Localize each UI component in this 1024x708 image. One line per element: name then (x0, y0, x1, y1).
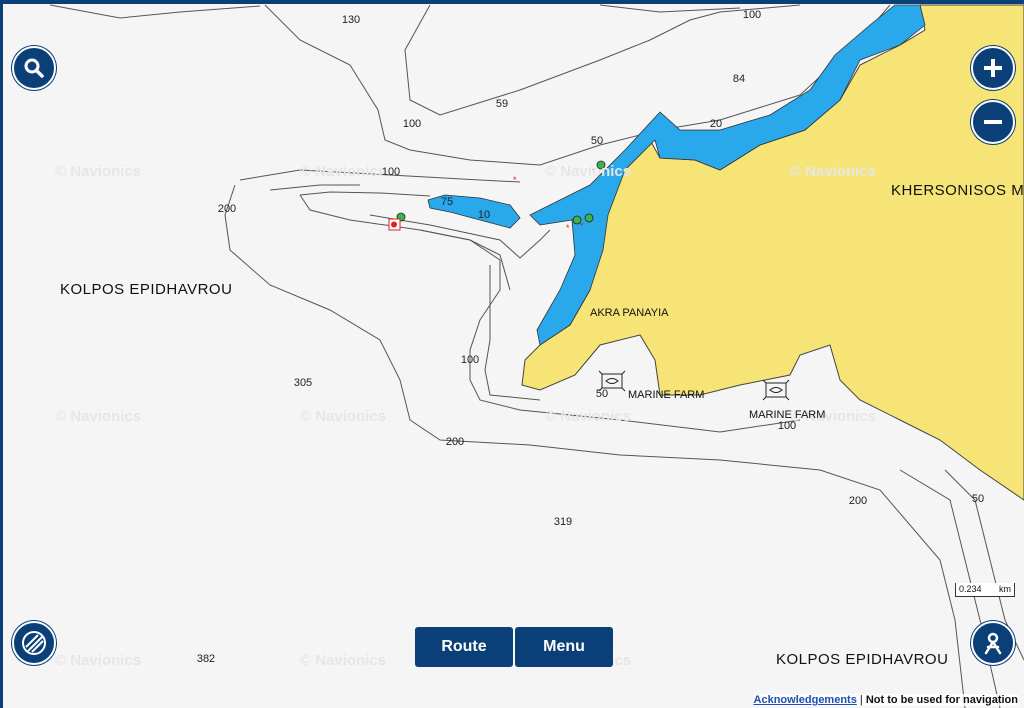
depth-sounding: 50 (595, 388, 609, 400)
acknowledgements-link[interactable]: Acknowledgements (754, 694, 857, 706)
top-border (0, 0, 1024, 4)
zoom-in-button[interactable] (971, 46, 1015, 90)
scale-unit: km (999, 584, 1011, 594)
location-icon (984, 632, 1002, 655)
footer-separator: | (856, 694, 866, 706)
depth-sounding: 382 (196, 653, 216, 665)
depth-sounding: 130 (341, 14, 361, 26)
watermark: © Navionics (55, 163, 142, 180)
hazard-marker: * (513, 175, 517, 185)
depth-sounding: 59 (495, 98, 509, 110)
scale-value: 0.234 (959, 584, 982, 594)
watermark: © Navionics (300, 163, 387, 180)
left-border (0, 0, 3, 708)
menu-button[interactable]: Menu (515, 627, 613, 667)
depth-sounding: 100 (402, 118, 422, 130)
depth-sounding: 100 (777, 420, 797, 432)
footer: Acknowledgements | Not to be used for na… (753, 694, 1018, 706)
depth-sounding: 200 (848, 495, 868, 507)
place-label[interactable]: KOLPOS EPIDHAVROU (776, 651, 948, 668)
depth-sounding: 100 (460, 354, 480, 366)
depth-sounding: 319 (553, 516, 573, 528)
route-button[interactable]: Route (415, 627, 513, 667)
nautical-chart[interactable]: * * * * (0, 0, 1024, 708)
zoom-out-icon (984, 120, 1002, 124)
layers-icon (22, 631, 46, 655)
navigation-notice: Not to be used for navigation (865, 694, 1018, 706)
watermark: © Navionics (545, 408, 632, 425)
search-icon (24, 58, 44, 78)
depth-sounding: 100 (381, 166, 401, 178)
place-label[interactable]: KOLPOS EPIDHAVROU (60, 281, 232, 298)
watermark: © Navionics (300, 652, 387, 669)
layers-button[interactable] (12, 621, 56, 665)
watermark: © Navionics (300, 408, 387, 425)
marine-farm-label[interactable]: MARINE FARM (628, 389, 704, 401)
watermark: © Navionics (790, 163, 877, 180)
cape-label[interactable]: AKRA PANAYIA (590, 307, 668, 319)
watermark: © Navionics (545, 163, 632, 180)
watermark: © Navionics (55, 652, 142, 669)
depth-sounding: 50 (590, 135, 604, 147)
depth-sounding: 305 (293, 377, 313, 389)
place-label[interactable]: KHERSONISOS M (891, 182, 1024, 199)
depth-sounding: 200 (445, 436, 465, 448)
zoom-out-button[interactable] (971, 100, 1015, 144)
depth-sounding: 84 (732, 73, 746, 85)
depth-sounding: 50 (971, 493, 985, 505)
location-button[interactable] (971, 621, 1015, 665)
bottom-toolbar: Route Menu (415, 627, 613, 667)
scale-bar: 0.234 km (955, 583, 1015, 597)
zoom-in-icon (984, 59, 1002, 77)
search-button[interactable] (12, 46, 56, 90)
svg-text:*: * (580, 221, 584, 231)
depth-sounding: 20 (709, 118, 723, 130)
depth-sounding: 100 (742, 9, 762, 21)
depth-sounding: 200 (217, 203, 237, 215)
svg-text:*: * (566, 223, 570, 233)
depth-sounding: 75 (440, 196, 454, 208)
watermark: © Navionics (55, 408, 142, 425)
depth-sounding: 10 (477, 209, 491, 221)
